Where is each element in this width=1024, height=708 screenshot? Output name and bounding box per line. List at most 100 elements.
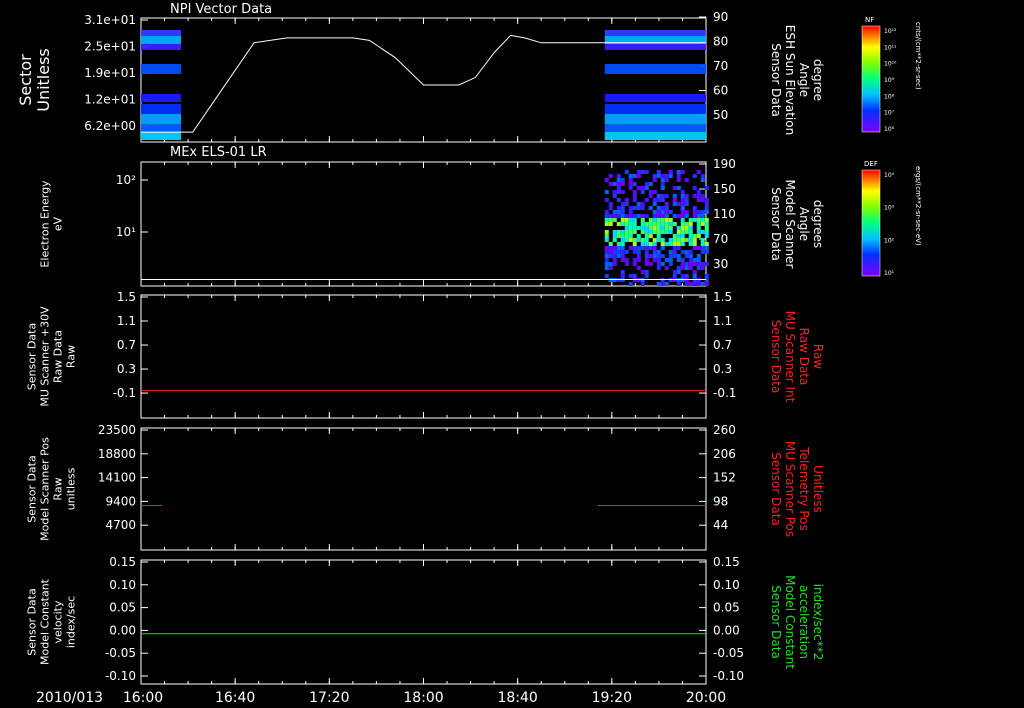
spectrogram-cell [628,206,633,210]
right-tick-label: -0.1 [713,386,736,400]
spectrogram-cell [660,242,665,246]
spectrogram-cell [644,246,649,250]
spectrogram-cell [652,226,657,230]
colorbar-tick-label: 10⁹ [884,77,895,84]
spectrogram-cell [616,250,621,254]
spectrogram-cell [664,226,669,230]
spectrogram-cell [612,262,617,266]
spectrogram-cell [604,258,609,262]
left-tick-label: -0.05 [105,646,136,660]
spectrogram-cell [636,250,641,254]
panel-1-title: NPI Vector Data [170,2,272,17]
left-tick-label: 1.1 [117,314,136,328]
spectrogram-cell [704,250,709,254]
left-tick-label: 9400 [105,494,136,508]
left-axis-label: Raw [65,345,78,368]
spectrogram-cell [632,218,637,222]
time-tick-label: 18:00 [403,690,443,706]
spectrogram-cell [660,182,665,186]
spectrogram-cell [688,238,693,242]
spectrogram-cell [652,218,657,222]
spectrogram-cell [700,222,705,226]
right-axis-label: degree [811,59,825,101]
spectrogram-cell [680,274,685,278]
left-tick-label: 10² [116,173,136,187]
spectrogram-cell [688,258,693,262]
spectrogram-cell [644,182,649,186]
spectrogram-cell [616,206,621,210]
spectrogram-cell [672,198,677,202]
spectrogram-cell [604,190,609,194]
spectrogram-cell [608,182,613,186]
spectrogram-cell [620,210,625,214]
spectrogram-cell [660,198,665,202]
spectrogram-cell [668,262,673,266]
spectrogram-cell [616,182,621,186]
spectrogram-band [141,64,182,74]
right-tick-label: 80 [713,35,728,49]
spectrogram-cell [616,198,621,202]
spectrogram-cell [604,230,609,234]
spectrogram-cell [652,258,657,262]
spectrogram-cell [628,274,633,278]
spectrogram-cell [664,218,669,222]
spectrogram-cell [644,226,649,230]
spectrogram-cell [632,278,637,282]
spectrogram-cell [636,266,641,270]
spectrogram-cell [648,194,653,198]
spectrogram-cell [616,186,621,190]
spectrogram-cell [608,278,613,282]
spectrogram-cell [604,214,609,218]
colorbar-1-label: cnts/(cm**2-sr-sec) [914,22,922,90]
spectrogram-cell [696,170,701,174]
spectrogram-cell [636,170,641,174]
spectrogram-cell [688,266,693,270]
spectrogram-cell [692,270,697,274]
spectrogram-cell [672,254,677,258]
left-tick-label: 0.10 [109,578,136,592]
spectrogram-cell [624,202,629,206]
spectrogram-cell [672,194,677,198]
right-axis-label: Angle [797,207,811,241]
spectrogram-cell [660,282,665,286]
spectrogram-cell [656,170,661,174]
left-tick-label: 3.1e+01 [84,13,136,27]
spectrogram-cell [620,246,625,250]
spectrogram-band [141,36,182,44]
spectrogram-cell [700,198,705,202]
spectrogram-cell [660,178,665,182]
spectrogram-cell [648,230,653,234]
spectrogram-cell [612,234,617,238]
spectrogram-cell [640,226,645,230]
spectrogram-cell [668,258,673,262]
spectrogram-cell [692,174,697,178]
spectrogram-cell [620,178,625,182]
spectrogram-band [604,30,706,36]
right-tick-label: 0.3 [713,362,732,376]
right-tick-label: 206 [713,447,736,461]
spectrogram-cell [664,258,669,262]
spectrogram-cell [628,226,633,230]
spectrogram-cell [668,278,673,282]
spectrogram-cell [616,214,621,218]
spectrogram-cell [688,230,693,234]
spectrogram-cell [648,182,653,186]
spectrogram-cell [616,222,621,226]
spectrogram-cell [688,242,693,246]
right-tick-label: 190 [713,157,736,171]
spectrogram-cell [664,210,669,214]
spectrogram-cell [612,190,617,194]
spectrogram-cell [640,202,645,206]
spectrogram-cell [672,214,677,218]
spectrogram-cell [644,270,649,274]
spectrogram-cell [640,222,645,226]
spectrogram-cell [648,242,653,246]
spectrogram-cell [656,250,661,254]
left-axis-label: index/sec [65,596,78,648]
spectrogram-cell [700,174,705,178]
spectrogram-cell [612,258,617,262]
spectrogram-band [604,124,706,132]
spectrogram-cell [644,186,649,190]
left-axis-label: Raw [52,477,65,500]
spectrogram-cell [604,210,609,214]
